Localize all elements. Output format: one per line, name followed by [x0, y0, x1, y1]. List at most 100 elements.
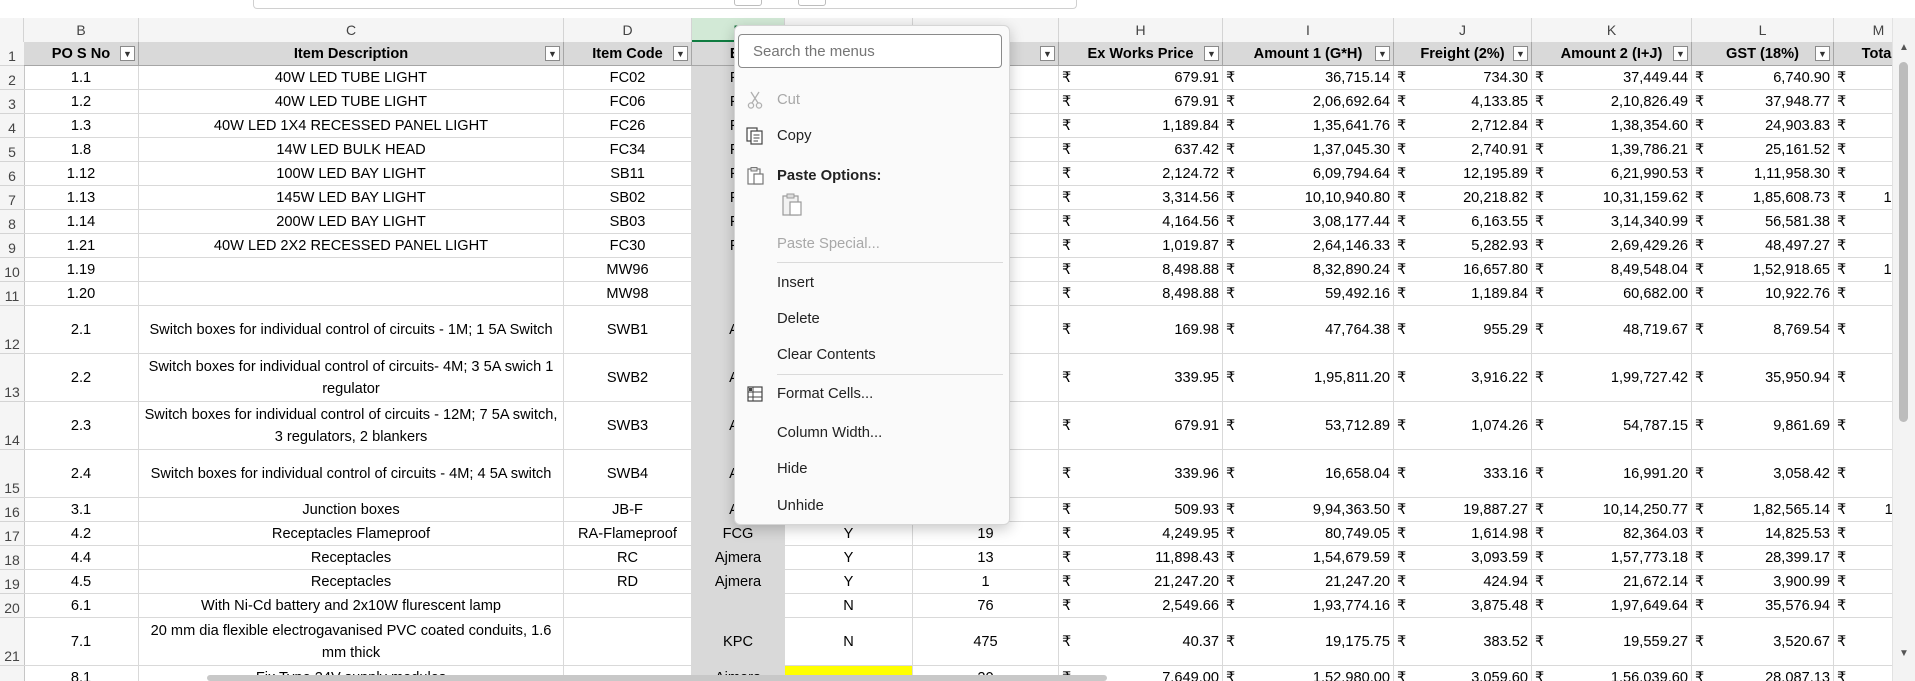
cell-l[interactable]: ₹48,497.27	[1692, 234, 1834, 258]
cell-m[interactable]: ₹1,64	[1834, 138, 1893, 162]
toolbar-button-stub[interactable]	[734, 0, 762, 6]
cell-code[interactable]: MW98	[564, 282, 692, 306]
cell-code[interactable]: FC06	[564, 90, 692, 114]
cell-m[interactable]: ₹12,16	[1834, 186, 1893, 210]
cell-m[interactable]: ₹2,33	[1834, 594, 1893, 618]
cell-code[interactable]: FC02	[564, 66, 692, 90]
menu-item-delete[interactable]: Delete	[735, 304, 1009, 334]
cell-l[interactable]: ₹1,11,958.30	[1692, 162, 1834, 186]
cell-desc[interactable]: Receptacles	[139, 570, 564, 594]
cell-k[interactable]: ₹1,56,039.60	[1532, 666, 1692, 681]
column-title[interactable]: Amount 1 (G*H) ▼	[1223, 42, 1394, 66]
cell-j[interactable]: ₹1,189.84	[1394, 282, 1532, 306]
cell-k[interactable]: ₹8,49,548.04	[1532, 258, 1692, 282]
column-title[interactable]: PO S No ▼	[24, 42, 139, 66]
scroll-thumb[interactable]	[1899, 62, 1908, 422]
cell-desc[interactable]: 145W LED BAY LIGHT	[139, 186, 564, 210]
cell-j[interactable]: ₹3,916.22	[1394, 354, 1532, 402]
cell-desc[interactable]: 20 mm dia flexible electrogavanised PVC …	[139, 618, 564, 666]
menu-item-column-width[interactable]: Column Width...	[735, 418, 1009, 448]
toolbar-button-stub[interactable]	[798, 0, 826, 6]
horizontal-scrollbar[interactable]	[207, 675, 1107, 681]
cell-po[interactable]: 1.13	[24, 186, 139, 210]
column-title[interactable]: Ex Works Price ▼	[1059, 42, 1223, 66]
row-header[interactable]: 1	[0, 42, 24, 66]
cell-code[interactable]: FC34	[564, 138, 692, 162]
cell-f[interactable]: Y	[785, 522, 913, 546]
cell-m[interactable]: ₹23	[1834, 618, 1893, 666]
cell-j[interactable]: ₹4,133.85	[1394, 90, 1532, 114]
menu-item-insert[interactable]: Insert	[735, 268, 1009, 298]
row-header[interactable]: 11	[0, 282, 24, 306]
cell-desc[interactable]: Junction boxes	[139, 498, 564, 522]
row-header[interactable]: 18	[0, 546, 24, 570]
column-header-m[interactable]: M	[1834, 18, 1893, 42]
cell-g[interactable]: 475	[913, 618, 1059, 666]
column-title[interactable]: Item Code ▼	[564, 42, 692, 66]
cell-i[interactable]: ₹16,658.04	[1223, 450, 1394, 498]
cell-j[interactable]: ₹383.52	[1394, 618, 1532, 666]
column-title[interactable]: Freight (2%) ▼	[1394, 42, 1532, 66]
cell-desc[interactable]: 100W LED BAY LIGHT	[139, 162, 564, 186]
cell-po[interactable]: 1.21	[24, 234, 139, 258]
cell-i[interactable]: ₹8,32,890.24	[1223, 258, 1394, 282]
cell-f[interactable]: Y	[785, 546, 913, 570]
cell-i[interactable]: ₹1,93,774.16	[1223, 594, 1394, 618]
row-header[interactable]: 2	[0, 66, 24, 90]
cell-h[interactable]: ₹1,019.87	[1059, 234, 1223, 258]
row-header[interactable]: 6	[0, 162, 24, 186]
filter-dropdown-icon[interactable]: ▼	[1204, 46, 1219, 61]
cell-code[interactable]	[564, 618, 692, 666]
cell-m[interactable]: ₹3,70	[1834, 210, 1893, 234]
cell-k[interactable]: ₹2,10,826.49	[1532, 90, 1692, 114]
cell-po[interactable]: 4.5	[24, 570, 139, 594]
filter-dropdown-icon[interactable]: ▼	[1375, 46, 1390, 61]
cell-k[interactable]: ₹1,57,773.18	[1532, 546, 1692, 570]
cell-code[interactable]: SB02	[564, 186, 692, 210]
column-header-h[interactable]: H	[1059, 18, 1223, 42]
cell-i[interactable]: ₹6,09,794.64	[1223, 162, 1394, 186]
cell-m[interactable]: ₹64	[1834, 402, 1893, 450]
cell-k[interactable]: ₹10,14,250.77	[1532, 498, 1692, 522]
cell-j[interactable]: ₹20,218.82	[1394, 186, 1532, 210]
cell-h[interactable]: ₹2,549.66	[1059, 594, 1223, 618]
cell-code[interactable]: SB03	[564, 210, 692, 234]
filter-dropdown-icon[interactable]: ▼	[1815, 46, 1830, 61]
cell-code[interactable]: RD	[564, 570, 692, 594]
menu-item-copy[interactable]: Copy	[735, 121, 1009, 151]
cell-k[interactable]: ₹1,39,786.21	[1532, 138, 1692, 162]
cell-m[interactable]: ₹20	[1834, 450, 1893, 498]
cell-j[interactable]: ₹2,712.84	[1394, 114, 1532, 138]
filter-dropdown-icon[interactable]: ▼	[1040, 46, 1055, 61]
column-header-c[interactable]: C	[139, 18, 564, 42]
cell-m[interactable]: ₹7,33	[1834, 162, 1893, 186]
cell-h[interactable]: ₹2,124.72	[1059, 162, 1223, 186]
cell-k[interactable]: ₹21,672.14	[1532, 570, 1692, 594]
cell-desc[interactable]: Receptacles	[139, 546, 564, 570]
cell-i[interactable]: ₹53,712.89	[1223, 402, 1394, 450]
cell-brand[interactable]: KPC	[692, 618, 785, 666]
cell-j[interactable]: ₹19,887.27	[1394, 498, 1532, 522]
cell-desc[interactable]: 40W LED 1X4 RECESSED PANEL LIGHT	[139, 114, 564, 138]
filter-dropdown-icon[interactable]: ▼	[673, 46, 688, 61]
cell-f[interactable]: Y	[785, 570, 913, 594]
column-header-k[interactable]: K	[1532, 18, 1692, 42]
cell-i[interactable]: ₹9,94,363.50	[1223, 498, 1394, 522]
cell-l[interactable]: ₹9,861.69	[1692, 402, 1834, 450]
cell-k[interactable]: ₹37,449.44	[1532, 66, 1692, 90]
cell-h[interactable]: ₹1,189.84	[1059, 114, 1223, 138]
row-header[interactable]: 4	[0, 114, 24, 138]
cell-m[interactable]: ₹25	[1834, 570, 1893, 594]
cell-po[interactable]: 6.1	[24, 594, 139, 618]
cell-desc[interactable]: 40W LED TUBE LIGHT	[139, 66, 564, 90]
cell-code[interactable]: SWB2	[564, 354, 692, 402]
cell-j[interactable]: ₹5,282.93	[1394, 234, 1532, 258]
cell-h[interactable]: ₹3,314.56	[1059, 186, 1223, 210]
cell-h[interactable]: ₹4,164.56	[1059, 210, 1223, 234]
cell-l[interactable]: ₹28,087.13	[1692, 666, 1834, 681]
cell-l[interactable]: ₹35,576.94	[1692, 594, 1834, 618]
cell-desc[interactable]: Switch boxes for individual control of c…	[139, 306, 564, 354]
cell-m[interactable]: ₹2,35	[1834, 354, 1893, 402]
cell-code[interactable]: MW96	[564, 258, 692, 282]
cell-po[interactable]: 1.19	[24, 258, 139, 282]
